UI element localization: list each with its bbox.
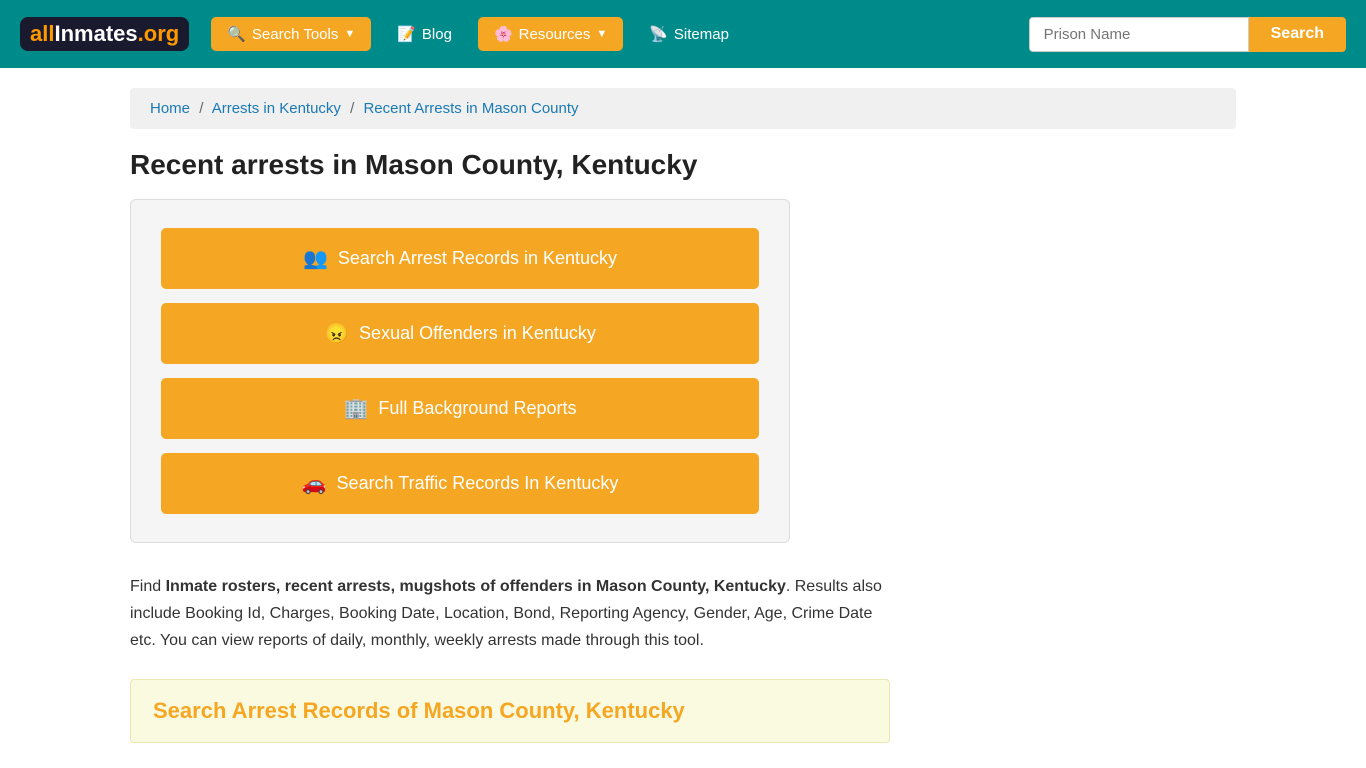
breadcrumb: Home / Arrests in Kentucky / Recent Arre…: [130, 88, 1236, 129]
search-arrest-label: Search Arrest Records in Kentucky: [338, 248, 617, 269]
search-arrest-icon: 👥: [303, 246, 328, 271]
logo[interactable]: allInmates.org: [20, 17, 189, 51]
resources-label: Resources: [519, 26, 591, 43]
prison-search-input[interactable]: [1029, 17, 1249, 52]
search-tools-icon: 🔍: [227, 25, 246, 43]
resources-arrow: ▼: [596, 28, 607, 40]
search-arrest-button[interactable]: 👥 Search Arrest Records in Kentucky: [161, 228, 759, 289]
nav-sitemap[interactable]: 📡 Sitemap: [635, 17, 743, 51]
search-tools-arrow: ▼: [344, 28, 355, 40]
breadcrumb-home[interactable]: Home: [150, 100, 190, 117]
breadcrumb-current: Recent Arrests in Mason County: [363, 100, 578, 117]
breadcrumb-sep1: /: [199, 100, 203, 117]
page-description: Find Inmate rosters, recent arrests, mug…: [130, 573, 890, 655]
nav-search-tools[interactable]: 🔍 Search Tools ▼: [211, 17, 371, 51]
logo-org: .org: [138, 21, 180, 46]
header: allInmates.org 🔍 Search Tools ▼ 📝 Blog 🌸…: [0, 0, 1366, 68]
logo-all: all: [30, 21, 54, 46]
breadcrumb-sep2: /: [350, 100, 354, 117]
traffic-icon: 🚗: [302, 471, 327, 496]
prison-search-button[interactable]: Search: [1249, 17, 1346, 52]
logo-text: allInmates.org: [30, 21, 179, 47]
sexual-offenders-button[interactable]: 😠 Sexual Offenders in Kentucky: [161, 303, 759, 364]
background-label: Full Background Reports: [378, 398, 576, 419]
blog-icon: 📝: [397, 25, 416, 43]
page-title: Recent arrests in Mason County, Kentucky: [130, 149, 1236, 181]
sitemap-icon: 📡: [649, 25, 668, 43]
breadcrumb-arrests[interactable]: Arrests in Kentucky: [212, 100, 341, 117]
action-button-box: 👥 Search Arrest Records in Kentucky 😠 Se…: [130, 199, 790, 543]
traffic-label: Search Traffic Records In Kentucky: [337, 473, 619, 494]
bottom-heading: Search Arrest Records of Mason County, K…: [153, 698, 867, 724]
search-tools-label: Search Tools: [252, 26, 338, 43]
blog-label: Blog: [422, 26, 452, 43]
traffic-button[interactable]: 🚗 Search Traffic Records In Kentucky: [161, 453, 759, 514]
desc-pre: Find: [130, 578, 166, 595]
bottom-section: Search Arrest Records of Mason County, K…: [130, 679, 890, 743]
main-content: Recent arrests in Mason County, Kentucky…: [130, 129, 1236, 763]
sexual-offenders-label: Sexual Offenders in Kentucky: [359, 323, 596, 344]
nav-resources[interactable]: 🌸 Resources ▼: [478, 17, 623, 51]
sexual-offenders-icon: 😠: [324, 321, 349, 346]
sitemap-label: Sitemap: [674, 26, 729, 43]
header-search: Search: [1029, 17, 1346, 52]
nav-blog[interactable]: 📝 Blog: [383, 17, 466, 51]
background-icon: 🏢: [343, 396, 368, 421]
logo-nmates: nmates: [61, 21, 138, 46]
search-button-label: Search: [1271, 25, 1324, 42]
resources-icon: 🌸: [494, 25, 513, 43]
background-button[interactable]: 🏢 Full Background Reports: [161, 378, 759, 439]
desc-bold: Inmate rosters, recent arrests, mugshots…: [166, 578, 786, 595]
